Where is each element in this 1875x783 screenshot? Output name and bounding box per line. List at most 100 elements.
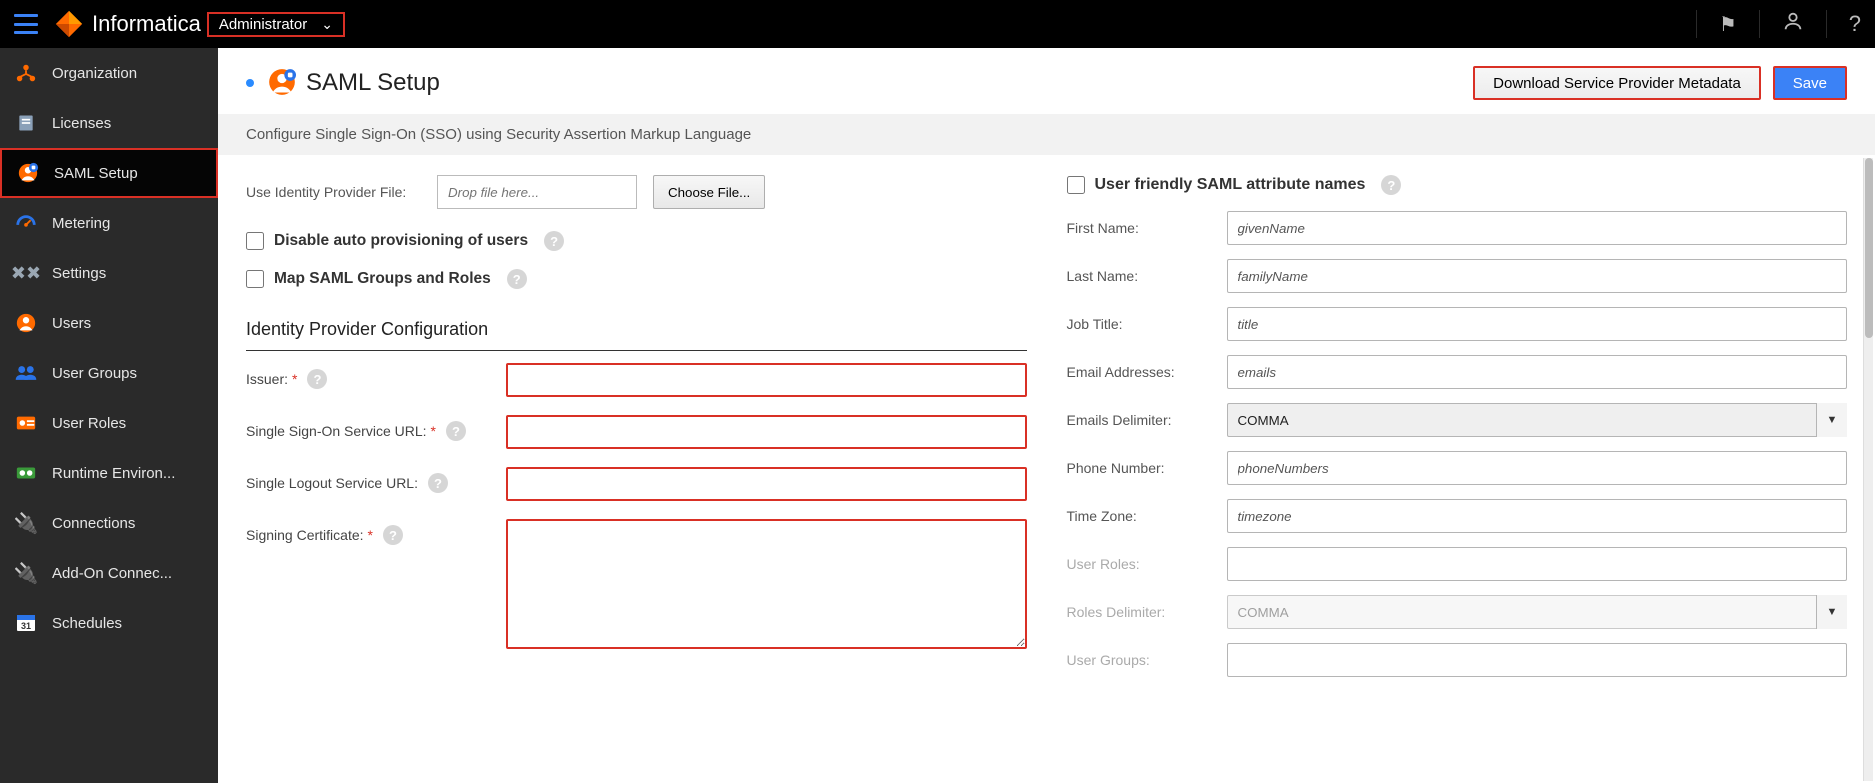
sso-url-input[interactable] (506, 415, 1027, 449)
disable-autoprov-checkbox[interactable] (246, 232, 264, 250)
emails-delim-label: Emails Delimiter: (1067, 412, 1227, 428)
brand-name: Informatica (92, 11, 201, 37)
brand: Informatica (54, 9, 201, 39)
sidebar-item-label: User Groups (52, 365, 137, 382)
form-left-column: Use Identity Provider File: Choose File.… (246, 175, 1027, 743)
sidebar-item-metering[interactable]: Metering (0, 198, 218, 248)
roles-delim-label: Roles Delimiter: (1067, 604, 1227, 620)
settings-icon: ✖✖ (14, 261, 38, 285)
connections-icon: 🔌 (14, 511, 38, 535)
cert-label: Signing Certificate: (246, 527, 364, 543)
page-header: SAML Setup Download Service Provider Met… (218, 48, 1875, 114)
user-roles-label: User Roles: (1067, 556, 1227, 572)
slo-url-input[interactable] (506, 467, 1027, 501)
use-idp-file-label: Use Identity Provider File: (246, 184, 421, 200)
email-input[interactable] (1227, 355, 1848, 389)
sidebar-item-label: Add-On Connec... (52, 565, 172, 582)
user-icon[interactable] (1782, 10, 1804, 38)
sidebar-item-label: User Roles (52, 415, 126, 432)
flag-icon[interactable]: ⚑ (1719, 12, 1737, 37)
issuer-input[interactable] (506, 363, 1027, 397)
last-name-input[interactable] (1227, 259, 1848, 293)
sidebar: Organization Licenses SAML Setup Meterin… (0, 48, 218, 783)
save-button[interactable]: Save (1773, 66, 1847, 100)
scrollbar-thumb[interactable] (1865, 158, 1873, 338)
sidebar-item-addon-connectors[interactable]: 🔌 Add-On Connec... (0, 548, 218, 598)
phone-input[interactable] (1227, 451, 1848, 485)
saml-icon (16, 161, 40, 185)
svg-text:31: 31 (21, 621, 31, 631)
roles-delim-select: COMMA (1227, 595, 1848, 629)
sidebar-item-user-groups[interactable]: User Groups (0, 348, 218, 398)
app-switcher-label: Administrator (219, 16, 307, 33)
job-title-label: Job Title: (1067, 316, 1227, 332)
sidebar-item-label: Organization (52, 65, 137, 82)
menu-icon[interactable] (14, 14, 38, 34)
first-name-label: First Name: (1067, 220, 1227, 236)
first-name-input[interactable] (1227, 211, 1848, 245)
brand-logo-icon (54, 9, 84, 39)
sidebar-item-saml-setup[interactable]: SAML Setup (0, 148, 218, 198)
help-icon[interactable]: ? (1381, 175, 1401, 195)
users-icon (14, 311, 38, 335)
topbar: Informatica Administrator ⌄ ⚑ ? (0, 0, 1875, 48)
sidebar-item-user-roles[interactable]: User Roles (0, 398, 218, 448)
idp-config-section-title: Identity Provider Configuration (246, 319, 1027, 351)
help-icon[interactable]: ? (544, 231, 564, 251)
phone-label: Phone Number: (1067, 460, 1227, 476)
sidebar-item-label: Users (52, 315, 91, 332)
scrollbar[interactable] (1863, 158, 1873, 781)
emails-delim-select[interactable]: COMMA (1227, 403, 1848, 437)
page-subtitle: Configure Single Sign-On (SSO) using Sec… (218, 114, 1875, 155)
sidebar-item-label: Metering (52, 215, 110, 232)
required-indicator: * (431, 423, 436, 439)
help-icon[interactable]: ? (383, 525, 403, 545)
help-icon[interactable]: ? (446, 421, 466, 441)
form-right-column: User friendly SAML attribute names ? Fir… (1067, 175, 1848, 743)
sidebar-item-label: SAML Setup (54, 165, 138, 182)
tz-label: Time Zone: (1067, 508, 1227, 524)
disable-autoprov-label: Disable auto provisioning of users (274, 232, 528, 250)
user-roles-icon (14, 411, 38, 435)
unsaved-indicator-icon (246, 79, 254, 87)
page-title: SAML Setup (306, 69, 440, 97)
sidebar-item-licenses[interactable]: Licenses (0, 98, 218, 148)
required-indicator: * (292, 371, 297, 387)
job-title-input[interactable] (1227, 307, 1848, 341)
app-switcher[interactable]: Administrator ⌄ (207, 12, 345, 37)
choose-file-button[interactable]: Choose File... (653, 175, 765, 209)
metering-icon (14, 211, 38, 235)
sidebar-item-label: Schedules (52, 615, 122, 632)
sso-url-label: Single Sign-On Service URL: (246, 423, 427, 439)
sidebar-item-label: Runtime Environ... (52, 465, 175, 482)
friendly-names-label: User friendly SAML attribute names (1095, 176, 1366, 194)
topbar-right: ⚑ ? (1696, 10, 1861, 38)
friendly-names-checkbox[interactable] (1067, 176, 1085, 194)
user-groups-input[interactable] (1227, 643, 1848, 677)
page-icon (268, 68, 296, 99)
sidebar-item-runtime-env[interactable]: Runtime Environ... (0, 448, 218, 498)
user-roles-input[interactable] (1227, 547, 1848, 581)
issuer-label: Issuer: (246, 371, 288, 387)
runtime-icon (14, 461, 38, 485)
sidebar-item-organization[interactable]: Organization (0, 48, 218, 98)
slo-url-label: Single Logout Service URL: (246, 475, 418, 491)
signing-cert-textarea[interactable] (506, 519, 1027, 649)
sidebar-item-label: Settings (52, 265, 106, 282)
help-icon[interactable]: ? (307, 369, 327, 389)
sidebar-item-settings[interactable]: ✖✖ Settings (0, 248, 218, 298)
email-label: Email Addresses: (1067, 364, 1227, 380)
sidebar-item-label: Licenses (52, 115, 111, 132)
help-icon[interactable]: ? (507, 269, 527, 289)
download-metadata-button[interactable]: Download Service Provider Metadata (1473, 66, 1761, 100)
sidebar-item-connections[interactable]: 🔌 Connections (0, 498, 218, 548)
user-groups-label: User Groups: (1067, 652, 1227, 668)
tz-input[interactable] (1227, 499, 1848, 533)
idp-file-drop-input[interactable] (437, 175, 637, 209)
help-icon[interactable]: ? (428, 473, 448, 493)
sidebar-item-users[interactable]: Users (0, 298, 218, 348)
sidebar-item-schedules[interactable]: 31 Schedules (0, 598, 218, 648)
sidebar-item-label: Connections (52, 515, 135, 532)
help-icon[interactable]: ? (1849, 11, 1861, 37)
map-groups-checkbox[interactable] (246, 270, 264, 288)
